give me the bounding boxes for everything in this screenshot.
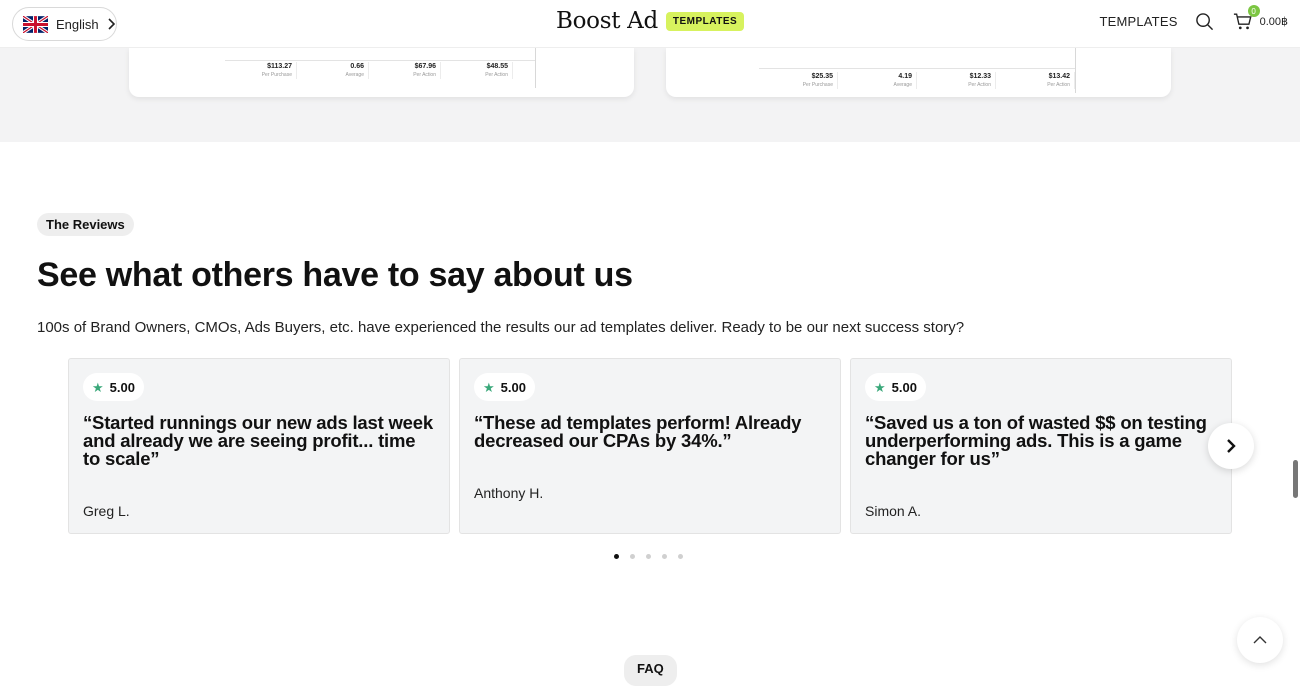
scrollbar-thumb[interactable]	[1293, 460, 1298, 498]
results-section: $113.27 Per Purchase 0.66 Average $67.96 Pe…	[0, 48, 1300, 142]
language-label: English	[56, 16, 99, 32]
stat-label: Average	[893, 82, 912, 88]
review-author: Greg L.	[83, 503, 130, 519]
rating-score: 5.00	[500, 379, 526, 395]
stat-value: 4.19	[898, 73, 912, 80]
results-card-left: $113.27 Per Purchase 0.66 Average $67.96 Pe…	[129, 48, 634, 97]
stat-cell: $12.33 Per Action	[917, 72, 996, 89]
rating-score: 5.00	[109, 379, 135, 395]
review-author: Anthony H.	[474, 485, 544, 501]
stats-row: $113.27 Per Purchase 0.66 Average $67.96 Pe…	[225, 62, 513, 79]
rating-badge: ★ 5.00	[474, 373, 535, 401]
stat-value: $12.33	[969, 73, 991, 80]
reviews-heading: See what others have to say about us	[37, 256, 633, 294]
chart-axis-line	[1075, 48, 1076, 93]
stats-row: $25.35 Per Purchase 4.19 Average $12.33 Per…	[759, 72, 1075, 89]
review-quote: “Saved us a ton of wasted $$ on testing …	[865, 412, 1207, 469]
stat-cell: $67.96 Per Action	[369, 62, 441, 79]
site-header: English Boost Ad TEMPLATES TEMPLATES 0 0…	[0, 0, 1300, 48]
cart-icon[interactable]: 0	[1232, 5, 1260, 32]
stat-label: Per Purchase	[261, 72, 292, 78]
stat-value: $113.27	[267, 63, 292, 70]
review-author: Simon A.	[865, 503, 922, 519]
results-card-right: $25.35 Per Purchase 4.19 Average $12.33 Per…	[666, 48, 1171, 97]
pagination-dot-1[interactable]	[614, 554, 619, 559]
star-icon: ★	[92, 379, 104, 395]
stat-cell: $25.35 Per Purchase	[759, 72, 838, 89]
stat-label: Per Action	[485, 72, 508, 78]
star-icon: ★	[483, 379, 495, 395]
cart-count-badge: 0	[1247, 5, 1260, 17]
stat-value: $25.35	[811, 73, 833, 80]
review-quote: “Started runnings our new ads last week …	[83, 412, 433, 469]
stat-value: 0.66	[350, 63, 364, 70]
logo-badge: TEMPLATES	[665, 11, 745, 31]
review-card: ★ 5.00 “Started runnings our new ads las…	[68, 358, 450, 534]
rating-badge: ★ 5.00	[83, 373, 144, 401]
carousel-next-button[interactable]	[1208, 423, 1254, 469]
stat-value: $48.55	[486, 63, 508, 70]
stat-label: Per Action	[1047, 82, 1070, 88]
stat-label: Per Purchase	[802, 82, 833, 88]
chevron-right-icon	[1227, 439, 1236, 453]
cart-total[interactable]: 0.00฿	[1260, 15, 1288, 28]
faq-section-pill: FAQ	[624, 655, 677, 686]
logo-text: Boost Ad	[556, 8, 658, 34]
pagination-dot-3[interactable]	[646, 554, 651, 559]
pagination-dot-4[interactable]	[662, 554, 667, 559]
chart-divider	[225, 60, 535, 61]
stat-cell: 0.66 Average	[297, 62, 369, 79]
chart-divider	[759, 68, 1075, 69]
language-switcher[interactable]: English	[12, 7, 117, 41]
stat-label: Average	[345, 72, 364, 78]
stat-cell: $13.42 Per Action	[996, 72, 1075, 89]
search-icon[interactable]	[1194, 10, 1216, 32]
carousel-pagination	[614, 554, 683, 559]
chevron-up-icon	[1253, 636, 1267, 644]
reviews-carousel: ★ 5.00 “Started runnings our new ads las…	[68, 358, 1232, 534]
rating-score: 5.00	[891, 379, 917, 395]
stat-label: Per Action	[413, 72, 436, 78]
reviews-section-pill: The Reviews	[37, 213, 134, 236]
star-icon: ★	[874, 379, 886, 395]
reviews-lead-text: 100s of Brand Owners, CMOs, Ads Buyers, …	[37, 319, 965, 336]
nav-templates-link[interactable]: TEMPLATES	[1099, 14, 1177, 29]
review-quote: “These ad templates perform! Already dec…	[474, 412, 802, 451]
chevron-right-icon	[108, 18, 115, 30]
pagination-dot-2[interactable]	[630, 554, 635, 559]
stat-cell: $113.27 Per Purchase	[225, 62, 297, 79]
rating-badge: ★ 5.00	[865, 373, 926, 401]
stat-cell: $48.55 Per Action	[441, 62, 513, 79]
stat-label: Per Action	[968, 82, 991, 88]
back-to-top-button[interactable]	[1237, 617, 1283, 663]
stat-value: $13.42	[1048, 73, 1070, 80]
stat-value: $67.96	[414, 63, 436, 70]
header-actions: TEMPLATES 0 0.00฿	[1099, 5, 1288, 32]
pagination-dot-5[interactable]	[678, 554, 683, 559]
stat-cell: 4.19 Average	[838, 72, 917, 89]
uk-flag-icon	[23, 15, 48, 33]
site-logo[interactable]: Boost Ad TEMPLATES	[556, 8, 745, 34]
review-card: ★ 5.00 “These ad templates perform! Alre…	[459, 358, 841, 534]
review-card: ★ 5.00 “Saved us a ton of wasted $$ on t…	[850, 358, 1232, 534]
chart-axis-line	[535, 48, 536, 88]
